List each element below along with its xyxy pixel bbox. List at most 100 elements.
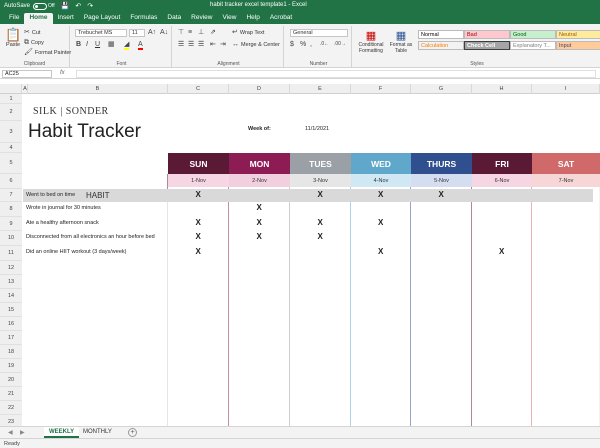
bold-button[interactable]: B: [76, 41, 81, 48]
align-right-button[interactable]: ☰: [198, 41, 204, 48]
column-header-g[interactable]: G: [411, 84, 472, 94]
habit-check-mark[interactable]: X: [257, 232, 262, 241]
habit-check-mark[interactable]: X: [499, 247, 504, 256]
row-header-18[interactable]: 18: [0, 345, 22, 359]
habit-check-mark[interactable]: X: [318, 190, 323, 199]
day-date-mon[interactable]: 2-Nov: [229, 174, 290, 187]
align-middle-button[interactable]: ≡: [188, 29, 192, 36]
row-header-13[interactable]: 13: [0, 275, 22, 289]
sheet-tab-monthly[interactable]: MONTHLY: [78, 427, 117, 438]
day-date-tues[interactable]: 3-Nov: [290, 174, 351, 187]
next-sheet-icon[interactable]: ▶: [20, 429, 25, 436]
habit-check-mark[interactable]: X: [257, 218, 262, 227]
row-header-17[interactable]: 17: [0, 331, 22, 345]
cell-style-normal[interactable]: Normal: [418, 30, 464, 39]
column-header-i[interactable]: I: [532, 84, 600, 94]
tab-data[interactable]: Data: [162, 13, 186, 24]
habit-check-mark[interactable]: X: [318, 218, 323, 227]
cell-style-explanatory-t[interactable]: Explanatory T...: [510, 41, 556, 50]
week-of-value[interactable]: 11/1/2021: [305, 126, 329, 132]
number-format-select[interactable]: General: [290, 29, 348, 37]
format-painter-button[interactable]: 🖌 Format Painter: [24, 49, 71, 56]
tab-help[interactable]: Help: [241, 13, 264, 24]
row-header-19[interactable]: 19: [0, 359, 22, 373]
day-date-sat[interactable]: 7-Nov: [532, 174, 600, 187]
day-date-wed[interactable]: 4-Nov: [351, 174, 411, 187]
row-header-14[interactable]: 14: [0, 289, 22, 303]
row-header-12[interactable]: 12: [0, 261, 22, 275]
row-header-6[interactable]: 6: [0, 174, 22, 189]
day-date-thurs[interactable]: 5-Nov: [411, 174, 472, 187]
habit-label[interactable]: Did an online HIIT workout (3 days/week): [26, 249, 126, 255]
add-sheet-button[interactable]: +: [128, 428, 137, 437]
row-header-23[interactable]: 23: [0, 415, 22, 426]
prev-sheet-icon[interactable]: ◀: [8, 429, 13, 436]
cell-style-input[interactable]: Input: [556, 41, 600, 50]
tab-insert[interactable]: Insert: [53, 13, 79, 24]
habit-check-mark[interactable]: X: [196, 218, 201, 227]
italic-button[interactable]: I: [86, 41, 88, 48]
grow-font-button[interactable]: A↑: [148, 29, 156, 36]
row-header-21[interactable]: 21: [0, 387, 22, 401]
cell-style-check-cell[interactable]: Check Cell: [464, 41, 510, 50]
row-header-8[interactable]: 8: [0, 202, 22, 217]
column-header-h[interactable]: H: [472, 84, 532, 94]
borders-button[interactable]: ▦: [108, 41, 115, 48]
font-color-button[interactable]: A: [138, 41, 143, 50]
sheet-tab-weekly[interactable]: WEEKLY: [44, 427, 80, 438]
habit-check-mark[interactable]: X: [378, 247, 383, 256]
autosave-toggle[interactable]: [33, 2, 48, 10]
undo-icon[interactable]: ↶: [75, 2, 81, 10]
habit-label[interactable]: Disconnected from all electronics an hou…: [26, 234, 155, 240]
tab-review[interactable]: Review: [186, 13, 217, 24]
font-size-select[interactable]: 11: [129, 29, 145, 37]
column-header-b[interactable]: B: [28, 84, 168, 94]
row-header-11[interactable]: 11: [0, 246, 22, 261]
underline-button[interactable]: U: [95, 41, 100, 48]
row-header-3[interactable]: 3: [0, 121, 22, 143]
cell-style-bad[interactable]: Bad: [464, 30, 510, 39]
cell-style-neutral[interactable]: Neutral: [556, 30, 600, 39]
row-header-2[interactable]: 2: [0, 104, 22, 121]
fill-color-button[interactable]: ◢: [124, 41, 130, 50]
orientation-button[interactable]: ⇗: [210, 29, 216, 36]
column-header-e[interactable]: E: [290, 84, 351, 94]
increase-indent-button[interactable]: ⇥: [220, 41, 226, 48]
habit-label[interactable]: Wrote in journal for 30 minutes: [26, 205, 101, 211]
tab-formulas[interactable]: Formulas: [125, 13, 162, 24]
row-header-22[interactable]: 22: [0, 401, 22, 415]
save-icon[interactable]: 💾: [61, 2, 70, 10]
shrink-font-button[interactable]: A↓: [160, 29, 168, 36]
tab-file[interactable]: File: [4, 13, 24, 24]
row-header-20[interactable]: 20: [0, 373, 22, 387]
habit-check-mark[interactable]: X: [378, 190, 383, 199]
decrease-decimal-button[interactable]: .00→: [334, 41, 346, 48]
wrap-text-button[interactable]: ↵ Wrap Text: [232, 29, 264, 36]
paste-button[interactable]: 📋 Paste: [5, 28, 21, 49]
copy-button[interactable]: ⧉ Copy: [24, 39, 44, 46]
column-header-d[interactable]: D: [229, 84, 290, 94]
row-header-7[interactable]: 7: [0, 189, 22, 202]
align-left-button[interactable]: ☰: [178, 41, 184, 48]
habit-check-mark[interactable]: X: [196, 232, 201, 241]
row-header-9[interactable]: 9: [0, 217, 22, 231]
habit-label[interactable]: Ate a healthy afternoon snack: [26, 220, 99, 226]
habit-check-mark[interactable]: X: [196, 190, 201, 199]
column-header-f[interactable]: F: [351, 84, 411, 94]
cut-button[interactable]: ✂ Cut: [24, 29, 40, 36]
tab-acrobat[interactable]: Acrobat: [265, 13, 297, 24]
day-date-fri[interactable]: 6-Nov: [472, 174, 532, 187]
column-header-c[interactable]: C: [168, 84, 229, 94]
accounting-button[interactable]: $: [290, 41, 294, 48]
percent-button[interactable]: %: [300, 41, 306, 48]
habit-check-mark[interactable]: X: [196, 247, 201, 256]
row-header-5[interactable]: 5: [0, 153, 22, 174]
tab-home[interactable]: Home: [24, 13, 53, 24]
cell-style-good[interactable]: Good: [510, 30, 556, 39]
habit-label[interactable]: Went to bed on time: [26, 192, 75, 198]
align-bottom-button[interactable]: ⊥: [198, 29, 204, 36]
merge-center-button[interactable]: ↔ Merge & Center: [232, 41, 280, 48]
day-date-sun[interactable]: 1-Nov: [168, 174, 229, 187]
select-all-corner[interactable]: [0, 84, 22, 94]
tab-view[interactable]: View: [217, 13, 241, 24]
